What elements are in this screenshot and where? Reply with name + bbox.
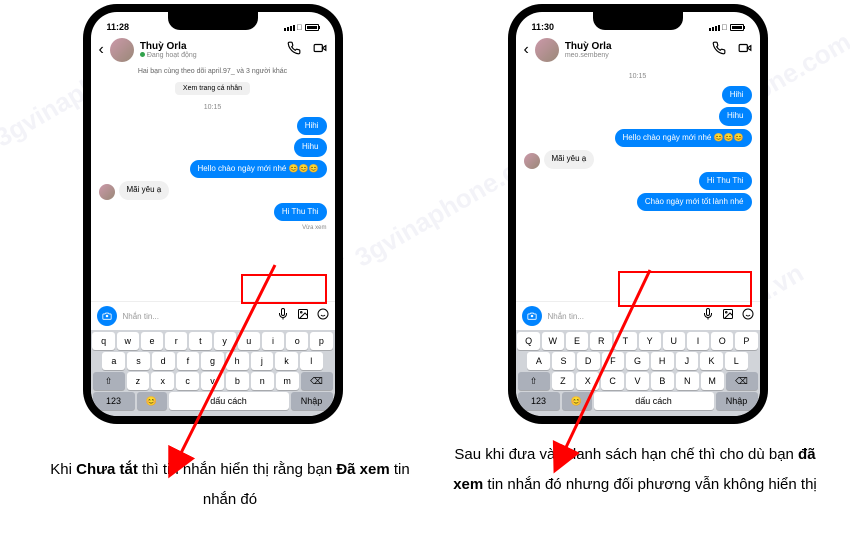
- backspace-key[interactable]: ⌫: [726, 372, 758, 390]
- key-L[interactable]: L: [725, 352, 748, 370]
- message-sent[interactable]: Hi Thu Thi: [699, 172, 752, 190]
- message-sent[interactable]: Hi Thu Thi: [274, 203, 327, 221]
- key-I[interactable]: I: [687, 332, 709, 350]
- key-Q[interactable]: Q: [517, 332, 539, 350]
- video-icon[interactable]: [313, 41, 327, 60]
- user-status: meo.sembeny: [565, 52, 706, 59]
- message-sent[interactable]: Hihu: [719, 107, 751, 125]
- key-a[interactable]: a: [102, 352, 125, 370]
- message-sent[interactable]: Hihi: [297, 117, 327, 135]
- key-w[interactable]: w: [117, 332, 139, 350]
- key-K[interactable]: K: [700, 352, 723, 370]
- message-sent[interactable]: Hello chào ngày mới nhé 😊😊😊: [615, 129, 752, 147]
- timestamp: 10:15: [99, 104, 327, 111]
- key-p[interactable]: p: [310, 332, 332, 350]
- enter-key[interactable]: Nhập: [716, 392, 758, 410]
- chat-header: ‹ Thuỳ OrlaĐang hoạt động: [91, 34, 335, 66]
- key-s[interactable]: s: [127, 352, 150, 370]
- num-key[interactable]: 123: [93, 392, 135, 410]
- phone-icon[interactable]: [712, 41, 726, 60]
- key-q[interactable]: q: [92, 332, 114, 350]
- seen-status: Vừa xem: [302, 225, 326, 231]
- shift-key[interactable]: ⇧: [93, 372, 125, 390]
- highlight-box: [618, 271, 752, 307]
- highlight-box: [241, 274, 327, 304]
- user-name[interactable]: Thuỳ Orla: [140, 41, 281, 52]
- mutual-info: Hai bạn cùng theo dõi april.97_ và 3 ngư…: [91, 66, 335, 77]
- back-icon[interactable]: ‹: [99, 41, 104, 59]
- sticker-icon[interactable]: [742, 307, 754, 325]
- view-profile-button[interactable]: Xem trang cá nhân: [175, 82, 250, 95]
- enter-key[interactable]: Nhập: [291, 392, 333, 410]
- phone-icon[interactable]: [287, 41, 301, 60]
- message-sent[interactable]: Hello chào ngày mới nhé 😊😊😊: [190, 160, 327, 178]
- key-z[interactable]: z: [127, 372, 150, 390]
- key-J[interactable]: J: [676, 352, 699, 370]
- key-l[interactable]: l: [300, 352, 323, 370]
- avatar-small: [99, 184, 115, 200]
- mic-icon[interactable]: [702, 307, 714, 325]
- camera-button[interactable]: [522, 306, 542, 326]
- message-sent[interactable]: Chào ngày mới tốt lành nhé: [637, 193, 752, 211]
- key-N[interactable]: N: [676, 372, 699, 390]
- avatar[interactable]: [535, 38, 559, 62]
- backspace-key[interactable]: ⌫: [301, 372, 333, 390]
- avatar[interactable]: [110, 38, 134, 62]
- message-received[interactable]: Mãi yêu ạ: [119, 181, 170, 199]
- key-P[interactable]: P: [735, 332, 757, 350]
- user-status: Đang hoạt động: [140, 52, 281, 59]
- avatar-small: [524, 153, 540, 169]
- video-icon[interactable]: [738, 41, 752, 60]
- key-M[interactable]: M: [701, 372, 724, 390]
- message-received[interactable]: Mãi yêu ạ: [544, 150, 595, 168]
- camera-button[interactable]: [97, 306, 117, 326]
- image-icon[interactable]: [297, 307, 309, 325]
- back-icon[interactable]: ‹: [524, 41, 529, 59]
- key-O[interactable]: O: [711, 332, 733, 350]
- message-sent[interactable]: Hihi: [722, 86, 752, 104]
- message-sent[interactable]: Hihu: [294, 138, 326, 156]
- sticker-icon[interactable]: [317, 307, 329, 325]
- chat-header: ‹ Thuỳ Orlameo.sembeny: [516, 34, 760, 66]
- user-name[interactable]: Thuỳ Orla: [565, 41, 706, 52]
- image-icon[interactable]: [722, 307, 734, 325]
- timestamp: 10:15: [524, 73, 752, 80]
